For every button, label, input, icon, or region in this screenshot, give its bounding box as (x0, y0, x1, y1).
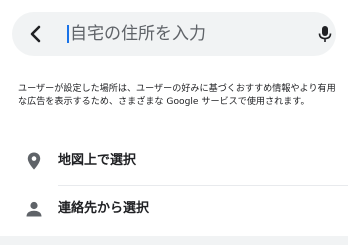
search-bar (12, 12, 336, 56)
location-pin-icon (24, 151, 44, 171)
person-icon (24, 199, 44, 219)
text-cursor (67, 25, 69, 43)
choose-from-contacts-option[interactable]: 連絡先から選択 (0, 185, 348, 233)
back-arrow-icon[interactable] (26, 24, 46, 44)
choose-from-contacts-label: 連絡先から選択 (58, 201, 150, 216)
choose-on-map-label: 地図上で選択 (58, 153, 137, 168)
microphone-icon[interactable] (315, 24, 335, 44)
bottom-separator (0, 236, 348, 245)
home-address-input[interactable] (70, 12, 300, 56)
privacy-notice: ユーザーが設定した場所は、ユーザーの好みに基づくおすすめ情報やより有用な広告を表… (18, 84, 336, 107)
home-address-screen: ユーザーが設定した場所は、ユーザーの好みに基づくおすすめ情報やより有用な広告を表… (0, 0, 348, 245)
choose-on-map-option[interactable]: 地図上で選択 (0, 137, 348, 185)
